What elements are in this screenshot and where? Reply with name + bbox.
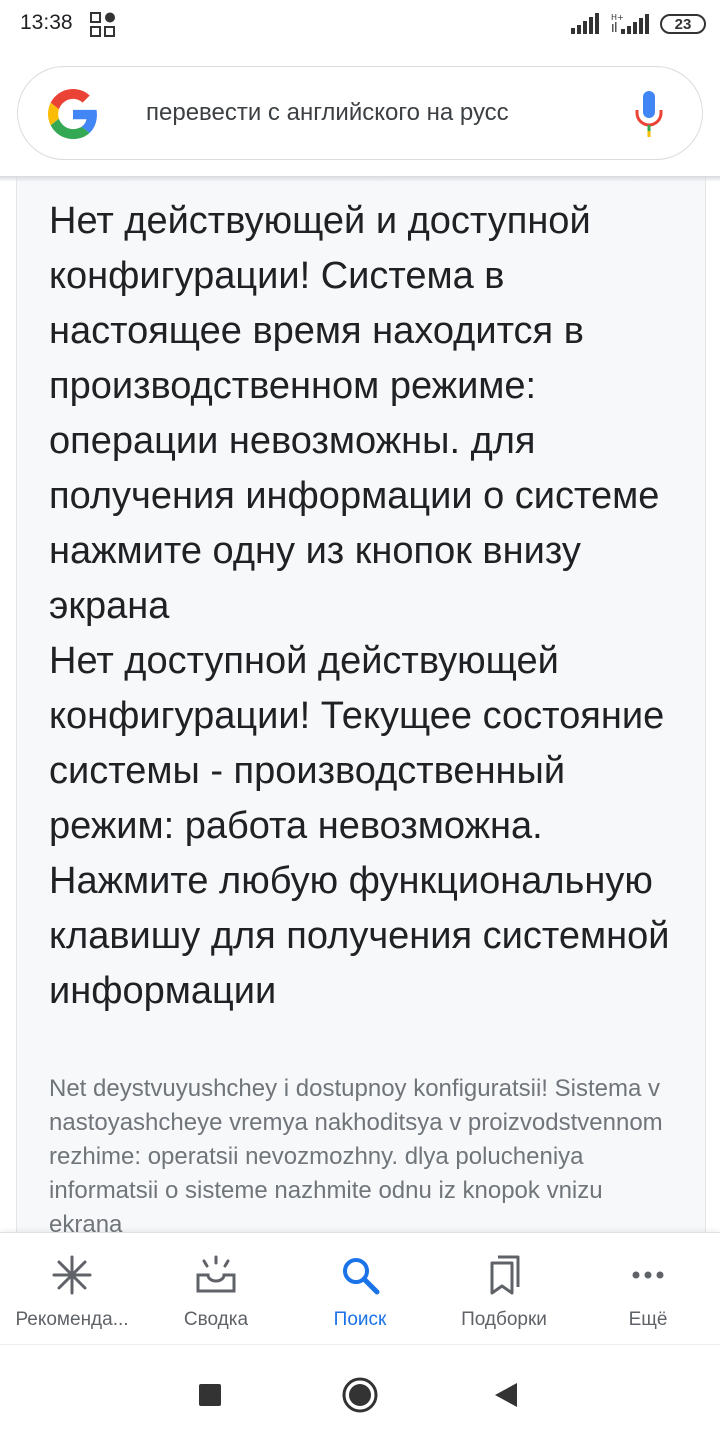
- status-bar: 13:38 H+ 23: [0, 0, 720, 52]
- nav-item-more[interactable]: Ещё: [576, 1233, 720, 1345]
- nav-label: Сводка: [183, 1309, 249, 1330]
- battery-level: 23: [674, 15, 692, 33]
- search-bar[interactable]: перевести с английского на русс: [17, 66, 703, 160]
- nav-item-collections[interactable]: Подборки: [432, 1233, 576, 1345]
- translation-card: Нет действующей и доступной конфигурации…: [16, 176, 706, 1232]
- nav-label: Ещё: [628, 1309, 668, 1330]
- back-button[interactable]: [487, 1375, 527, 1415]
- search-icon: [343, 1258, 380, 1295]
- header-shadow: [0, 176, 720, 182]
- system-nav-bar: [0, 1344, 720, 1441]
- nav-item-recommendations[interactable]: Рекоменда...: [0, 1233, 144, 1345]
- translation-paragraph: Нет доступной действующей конфигурации! …: [49, 640, 670, 1012]
- status-time: 13:38: [20, 11, 73, 34]
- battery-icon: 23: [660, 14, 706, 34]
- nav-item-digest[interactable]: Сводка: [144, 1233, 288, 1345]
- app-grid-icon: [90, 12, 115, 37]
- bookmarks-icon: [490, 1255, 520, 1295]
- results-area[interactable]: Нет действующей и доступной конфигурации…: [0, 176, 720, 1232]
- transliteration-text: Net deystvuyushchey i dostupnoy konfigur…: [49, 1075, 663, 1232]
- nav-label: Подборки: [461, 1309, 547, 1330]
- recents-button[interactable]: [190, 1375, 230, 1415]
- home-button[interactable]: [340, 1375, 380, 1415]
- signal-hplus-icon: H+: [611, 13, 649, 34]
- inbox-sunrise-icon: [196, 1255, 236, 1293]
- svg-text:H+: H+: [611, 13, 624, 22]
- signal-icon: [571, 13, 599, 34]
- translation-paragraph: Нет действующей и доступной конфигурации…: [49, 200, 660, 627]
- search-input[interactable]: перевести с английского на русс: [146, 99, 586, 127]
- bottom-nav: Рекоменда... Сводка Поиск Подборки Ещё: [0, 1232, 720, 1345]
- microphone-icon[interactable]: [634, 91, 664, 137]
- nav-item-search[interactable]: Поиск: [288, 1233, 432, 1345]
- nav-label: Рекоменда...: [15, 1309, 129, 1330]
- sparkle-icon: [52, 1255, 92, 1295]
- nav-label: Поиск: [333, 1309, 387, 1330]
- google-logo[interactable]: [48, 89, 98, 139]
- translation-text: Нет действующей и доступной конфигурации…: [49, 194, 689, 1019]
- more-dots-icon: [632, 1271, 664, 1279]
